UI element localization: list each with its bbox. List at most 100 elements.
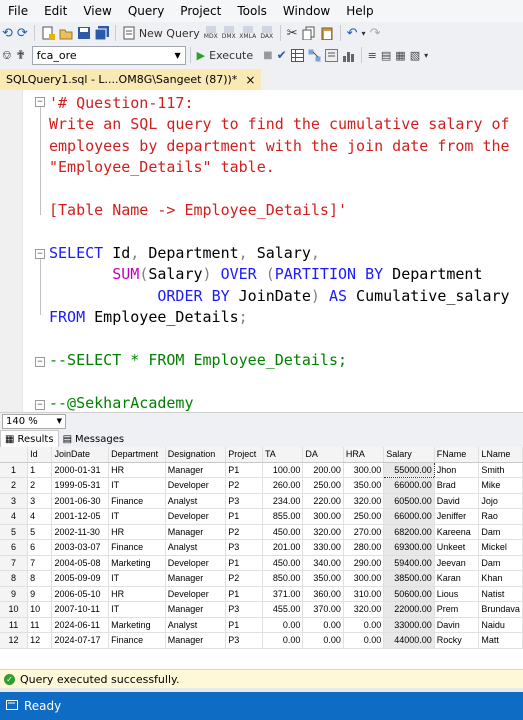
- table-cell[interactable]: 59400.00: [383, 555, 435, 571]
- table-cell[interactable]: Naidu: [478, 617, 523, 633]
- table-cell[interactable]: 310.00: [343, 586, 385, 602]
- menu-edit[interactable]: Edit: [36, 4, 75, 18]
- results-to-file-icon[interactable]: ▧: [410, 46, 420, 64]
- table-cell[interactable]: Analyst: [165, 617, 227, 633]
- column-header[interactable]: JoinDate: [51, 447, 110, 463]
- table-cell[interactable]: Prem: [434, 601, 480, 618]
- parse-icon[interactable]: ✔: [277, 46, 287, 64]
- undo-dropdown-icon[interactable]: ▾: [362, 24, 366, 42]
- table-cell[interactable]: 11: [27, 617, 53, 633]
- table-cell[interactable]: 3: [27, 493, 53, 509]
- table-cell[interactable]: 360.00: [302, 586, 344, 602]
- table-cell[interactable]: 0.00: [343, 632, 385, 649]
- table-cell[interactable]: 201.00: [262, 539, 304, 556]
- menu-tools[interactable]: Tools: [229, 4, 275, 18]
- tab-messages[interactable]: ▤ Messages: [59, 431, 129, 447]
- table-cell[interactable]: 0.00: [302, 632, 344, 649]
- results-grid[interactable]: Id JoinDate Department Designation Proje…: [0, 447, 523, 669]
- table-cell[interactable]: 2024-07-17: [51, 632, 110, 649]
- database-selector[interactable]: fca_ore ▼: [31, 45, 186, 65]
- table-row[interactable]: 1 1 2000-01-31 HR Manager P1 100.00 200.00 300.0…: [0, 461, 523, 478]
- table-cell[interactable]: 33000.00: [383, 617, 435, 633]
- table-cell[interactable]: Karan: [434, 570, 480, 587]
- table-cell[interactable]: 2002-11-30: [51, 524, 110, 540]
- table-cell[interactable]: 2000-01-31: [51, 462, 110, 478]
- table-cell[interactable]: P1: [225, 462, 263, 478]
- back-icon[interactable]: ⟲: [2, 24, 13, 42]
- table-row[interactable]: 12 12 2024-07-17 Finance Manager P3 0.00 0.00 0.…: [0, 632, 523, 649]
- table-cell[interactable]: 2004-05-08: [51, 555, 110, 571]
- table-cell[interactable]: 450.00: [262, 524, 304, 540]
- table-cell[interactable]: 234.00: [262, 493, 304, 509]
- table-cell[interactable]: Brad: [434, 477, 480, 494]
- toolbar-overflow-icon[interactable]: ▾: [424, 46, 428, 64]
- row-number[interactable]: 5: [0, 524, 29, 540]
- table-cell[interactable]: 200.00: [302, 462, 344, 478]
- table-cell[interactable]: 250.00: [302, 477, 344, 494]
- menu-view[interactable]: View: [75, 4, 119, 18]
- table-cell[interactable]: 2006-05-10: [51, 586, 110, 602]
- table-cell[interactable]: Unkeet: [434, 539, 480, 556]
- xmla-query-icon[interactable]: XMLA: [239, 24, 256, 42]
- table-cell[interactable]: 10: [27, 601, 53, 618]
- table-cell[interactable]: 66000.00: [383, 508, 435, 525]
- table-cell[interactable]: Jeniffer: [434, 508, 480, 525]
- table-cell[interactable]: Marketing: [108, 617, 166, 633]
- table-cell[interactable]: 7: [27, 555, 53, 571]
- table-cell[interactable]: 450.00: [262, 555, 304, 571]
- table-cell[interactable]: Davin: [434, 617, 480, 633]
- table-cell[interactable]: 320.00: [343, 493, 385, 509]
- table-cell[interactable]: 2001-06-30: [51, 493, 110, 509]
- undo-icon[interactable]: ↶: [347, 24, 358, 42]
- table-cell[interactable]: P3: [225, 539, 263, 556]
- table-cell[interactable]: 330.00: [302, 539, 344, 556]
- table-cell[interactable]: 2003-03-07: [51, 539, 110, 556]
- table-cell[interactable]: IT: [108, 477, 166, 494]
- table-cell[interactable]: 5: [27, 524, 53, 540]
- table-cell[interactable]: Analyst: [165, 493, 227, 509]
- table-cell[interactable]: 12: [27, 632, 53, 649]
- column-header[interactable]: Department: [108, 447, 166, 463]
- table-cell[interactable]: Marketing: [108, 555, 166, 571]
- table-cell[interactable]: 2005-09-09: [51, 570, 110, 587]
- query-editor[interactable]: − − − − '# Question-117: Write an SQL qu…: [0, 90, 523, 412]
- menu-window[interactable]: Window: [275, 4, 338, 18]
- mdx-query-icon[interactable]: MDX: [204, 24, 218, 42]
- save-icon[interactable]: [77, 24, 91, 42]
- table-cell[interactable]: IT: [108, 508, 166, 525]
- tab-sqlquery1[interactable]: SQLQuery1.sql - L....OM8G\Sangeet (87))*…: [0, 69, 262, 90]
- estimated-plan-icon[interactable]: [308, 46, 321, 64]
- table-cell[interactable]: 350.00: [302, 570, 344, 587]
- comment-icon[interactable]: ≡: [368, 46, 377, 64]
- table-cell[interactable]: Jeevan: [434, 555, 480, 571]
- table-cell[interactable]: P3: [225, 632, 263, 649]
- table-cell[interactable]: 350.00: [343, 477, 385, 494]
- table-cell[interactable]: 50600.00: [383, 586, 435, 602]
- new-query-button[interactable]: New Query: [122, 24, 200, 42]
- table-row[interactable]: 6 6 2003-03-07 Finance Analyst P3 201.00 330.00…: [0, 539, 523, 556]
- row-number[interactable]: 6: [0, 539, 29, 556]
- table-cell[interactable]: 320.00: [302, 524, 344, 540]
- table-row[interactable]: 7 7 2004-05-08 Marketing Developer P1 450.00 34…: [0, 555, 523, 571]
- dmx-query-icon[interactable]: DMX: [222, 24, 236, 42]
- table-cell[interactable]: Developer: [165, 555, 227, 571]
- row-number[interactable]: 1: [0, 462, 29, 478]
- table-cell[interactable]: HR: [108, 524, 166, 540]
- table-cell[interactable]: 320.00: [343, 601, 385, 618]
- column-header[interactable]: LName: [478, 447, 523, 463]
- table-cell[interactable]: 340.00: [302, 555, 344, 571]
- column-header[interactable]: DA: [302, 447, 344, 463]
- table-cell[interactable]: David: [434, 493, 480, 509]
- table-cell[interactable]: 260.00: [262, 477, 304, 494]
- table-row[interactable]: 9 9 2006-05-10 HR Developer P1 371.00 360.00 310…: [0, 586, 523, 602]
- table-cell[interactable]: 2: [27, 477, 53, 494]
- collapse-icon[interactable]: −: [35, 400, 45, 410]
- column-header[interactable]: Id: [27, 447, 53, 463]
- table-cell[interactable]: Matt: [478, 632, 523, 649]
- row-number[interactable]: 11: [0, 617, 29, 633]
- table-cell[interactable]: Rao: [478, 508, 523, 525]
- table-cell[interactable]: Manager: [165, 570, 227, 587]
- paste-icon[interactable]: [320, 24, 334, 42]
- dax-query-icon[interactable]: DAX: [260, 24, 274, 42]
- table-cell[interactable]: 4: [27, 508, 53, 525]
